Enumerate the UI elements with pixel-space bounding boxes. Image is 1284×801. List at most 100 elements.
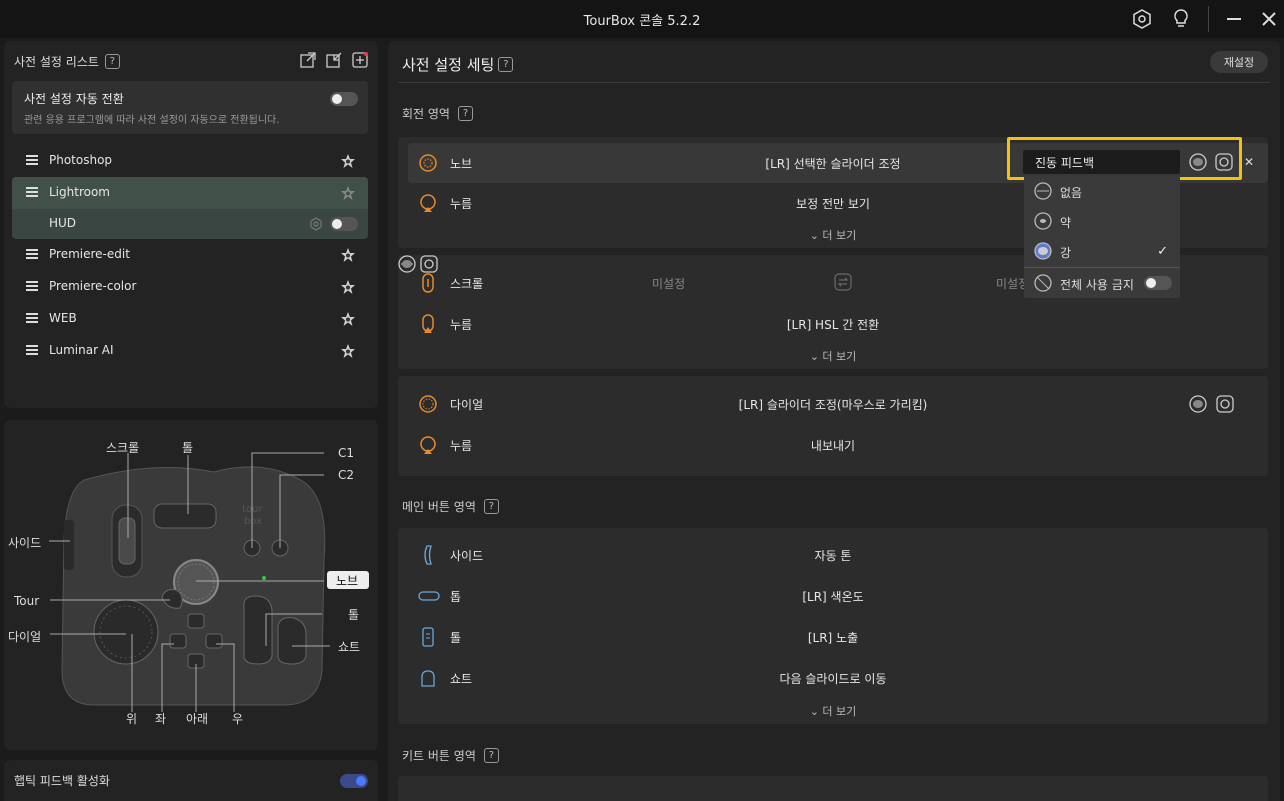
label-dial: 다이얼 [8,630,42,644]
haptic-weak-icon [1034,212,1052,230]
star-badge-icon[interactable] [340,247,356,263]
dropdown-disable-all[interactable]: 전체 사용 금지 [1024,268,1180,298]
star-badge-icon[interactable] [340,153,356,169]
app-title: TourBox 콘솔 5.2.2 [583,14,701,29]
drag-handle-icon[interactable] [26,155,38,165]
settings-hex-icon[interactable] [1131,8,1153,30]
titlebar-divider [1208,6,1209,32]
dropdown-option-none[interactable]: 없음 [1024,176,1180,206]
option-label: 약 [1060,216,1072,230]
label-right: 우 [232,712,244,726]
preset-item-hud[interactable]: HUD [12,209,368,239]
auto-switch-desc: 관련 응용 프로그램에 따라 사전 설정이 자동으로 전환됩니다. [24,115,280,126]
dropdown-option-strong[interactable]: 강 ✓ [1024,236,1180,266]
header-divider [398,82,1270,83]
label-down: 아래 [186,712,209,726]
side-row[interactable]: 사이드 자동 톤 [398,535,1268,575]
kit-section-label: 키트 버튼 영역 ? [402,747,499,764]
more-toggle[interactable]: ⌄ 더 보기 [398,703,1268,719]
top-row[interactable]: 톱 [LR] 색온도 [398,576,1268,616]
drag-handle-icon[interactable] [26,345,38,355]
help-icon[interactable]: ? [483,748,499,763]
drag-handle-icon[interactable] [26,281,38,291]
preset-item-web[interactable]: WEB [12,303,368,335]
drag-handle-icon[interactable] [26,187,38,197]
chevron-down-icon: ⌄ [809,705,819,718]
scroll-press-row[interactable]: 누름 [LR] HSL 간 전환 [398,304,1268,344]
control-function: [LR] 노출 [807,631,859,645]
haptic-dropdown-menu: 없음 약 강 ✓ 전체 사용 금지 [1024,176,1180,298]
control-function: 자동 톤 [814,549,852,563]
preset-item-luminar-ai[interactable]: Luminar AI [12,335,368,367]
minimize-icon[interactable] [1223,8,1245,30]
add-preset-icon[interactable] [352,52,368,68]
drag-handle-icon[interactable] [26,249,38,259]
star-badge-icon[interactable] [340,343,356,359]
title-bar: TourBox 콘솔 5.2.2 [0,0,1284,38]
close-dropdown-icon[interactable]: ✕ [1244,155,1254,169]
more-toggle[interactable]: ⌄ 더 보기 [398,348,1268,364]
rotation-section-title: 회전 영역 [402,107,450,121]
auto-switch-title: 사전 설정 자동 전환 [24,92,124,106]
drag-handle-icon[interactable] [26,313,38,323]
dropdown-option-weak[interactable]: 약 [1024,206,1180,236]
preset-label: HUD [49,216,77,230]
control-function: 다음 슬라이드로 이동 [779,672,887,686]
hud-toggle[interactable] [330,217,358,231]
label-left: 좌 [155,712,167,726]
dial-card: 다이얼 [LR] 슬라이더 조정(마우스로 가리킴) 누름 내보내기 [398,376,1268,476]
more-label: 더 보기 [822,705,857,718]
camera-icon[interactable] [1216,395,1234,413]
disable-all-toggle[interactable] [1144,276,1172,290]
check-icon: ✓ [1157,244,1168,259]
option-label: 없음 [1060,186,1083,200]
haptic-icon[interactable] [1189,395,1207,413]
settings-header: 사전 설정 세팅 ? [402,54,514,75]
more-label: 더 보기 [822,350,857,363]
haptic-toggle[interactable] [340,774,368,788]
short-row[interactable]: 쇼트 다음 슬라이드로 이동 [398,658,1268,698]
preset-label: Premiere-edit [49,247,130,261]
haptic-none-icon [1034,182,1052,200]
help-icon[interactable]: ? [483,499,499,514]
tall-row[interactable]: 톨 [LR] 노출 [398,617,1268,657]
auto-switch-toggle[interactable] [330,92,358,106]
close-icon[interactable] [1258,8,1280,30]
gear-icon[interactable] [309,217,323,234]
star-badge-icon[interactable] [340,311,356,327]
preset-label: Photoshop [49,153,113,167]
reset-button[interactable]: 재설정 [1210,51,1268,73]
star-badge-icon[interactable] [340,185,356,201]
import-icon[interactable] [326,52,342,68]
scroll-up-function[interactable]: 미설정 [652,275,685,292]
auto-switch-box: 사전 설정 자동 전환 관련 응용 프로그램에 따라 사전 설정이 자동으로 전… [12,81,368,134]
lightbulb-icon[interactable] [1170,8,1192,30]
help-icon[interactable]: ? [104,54,120,69]
dial-row[interactable]: 다이얼 [LR] 슬라이더 조정(마우스로 가리킴) [398,384,1268,424]
svg-text:box: box [244,516,262,527]
help-icon[interactable]: ? [457,106,473,121]
haptic-strong-icon [1034,242,1052,260]
label-tour: Tour [14,594,40,608]
star-badge-icon[interactable] [340,279,356,295]
label-c1: C1 [338,446,355,460]
rotation-section-label: 회전 영역 ? [402,105,473,122]
preset-item-photoshop[interactable]: Photoshop [12,145,368,177]
label-tall: 톨 [182,441,194,455]
help-icon[interactable]: ? [498,57,514,72]
label-scroll: 스크롤 [106,441,140,455]
preset-actions [300,52,368,68]
preset-item-premiere-edit[interactable]: Premiere-edit [12,239,368,271]
dial-press-row[interactable]: 누름 내보내기 [398,425,1268,465]
control-function: [LR] HSL 간 전환 [786,318,880,332]
preset-item-lightroom[interactable]: Lightroom [12,177,368,209]
highlight-box [1007,137,1242,180]
option-label: 강 [1060,246,1072,260]
kit-section-title: 키트 버튼 영역 [402,749,476,763]
swap-icon[interactable] [834,273,852,294]
control-function: 내보내기 [810,439,856,453]
export-icon[interactable] [300,52,316,68]
main-section-label: 메인 버튼 영역 ? [402,498,499,515]
control-function: [LR] 슬라이더 조정(마우스로 가리킴) [738,398,928,412]
preset-item-premiere-color[interactable]: Premiere-color [12,271,368,303]
